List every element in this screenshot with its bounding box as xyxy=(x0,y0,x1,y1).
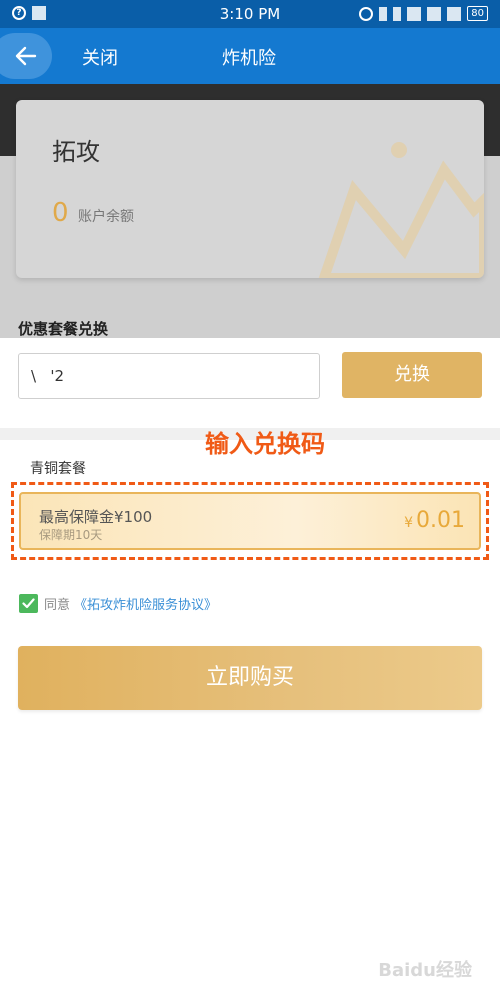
price-amount: 0.01 xyxy=(416,508,465,533)
status-right-icons: 80 xyxy=(359,6,488,21)
agreement-link[interactable]: 《拓攻炸机险服务协议》 xyxy=(74,594,217,613)
back-button[interactable] xyxy=(0,33,52,79)
redeem-code-input[interactable] xyxy=(18,353,320,399)
redeem-row: 兑换 xyxy=(0,338,500,428)
balance-value: 0 xyxy=(52,198,69,228)
wifi-icon xyxy=(407,6,422,21)
signal-icon-2 xyxy=(447,6,462,21)
dimmed-overlay: 拓攻 0 账户余额 优惠套餐兑换 xyxy=(0,84,500,338)
package-name: 青铜套餐 xyxy=(30,461,86,477)
vibrate-icon xyxy=(379,6,388,21)
battery-indicator: 80 xyxy=(467,6,488,21)
checkmark-icon xyxy=(22,597,35,608)
account-card: 拓攻 0 账户余额 xyxy=(16,100,484,278)
buy-now-button[interactable]: 立即购买 xyxy=(18,646,482,710)
balance-label: 账户余额 xyxy=(78,209,134,225)
bluetooth-icon xyxy=(393,6,402,21)
signal-icon xyxy=(427,6,442,21)
package-title: 最高保障金¥100 xyxy=(39,508,153,526)
section-title: 优惠套餐兑换 xyxy=(18,320,109,338)
account-name: 拓攻 xyxy=(52,138,100,166)
crown-decoration-icon xyxy=(318,142,484,278)
arrow-left-icon xyxy=(15,46,37,66)
page-title: 炸机险 xyxy=(222,48,276,69)
package-period: 保障期10天 xyxy=(39,528,103,542)
agree-label: 同意 xyxy=(44,597,71,613)
watermark-logo: Baidu经验 xyxy=(378,960,472,981)
annotation-text: 输入兑换码 xyxy=(205,430,325,458)
package-option[interactable]: 最高保障金¥100 保障期10天 ¥0.01 xyxy=(19,492,481,550)
agree-checkbox[interactable] xyxy=(19,593,38,613)
app-bar: 关闭 炸机险 xyxy=(0,28,500,84)
status-bar: ? 3:10 PM 80 xyxy=(0,0,500,28)
alarm-icon xyxy=(359,6,374,21)
agreement-row: 同意 《拓攻炸机险服务协议》 xyxy=(19,593,217,613)
currency-symbol: ¥ xyxy=(404,515,414,531)
redeem-button[interactable]: 兑换 xyxy=(342,352,482,398)
close-button[interactable]: 关闭 xyxy=(82,44,118,70)
package-price: ¥0.01 xyxy=(404,508,465,533)
